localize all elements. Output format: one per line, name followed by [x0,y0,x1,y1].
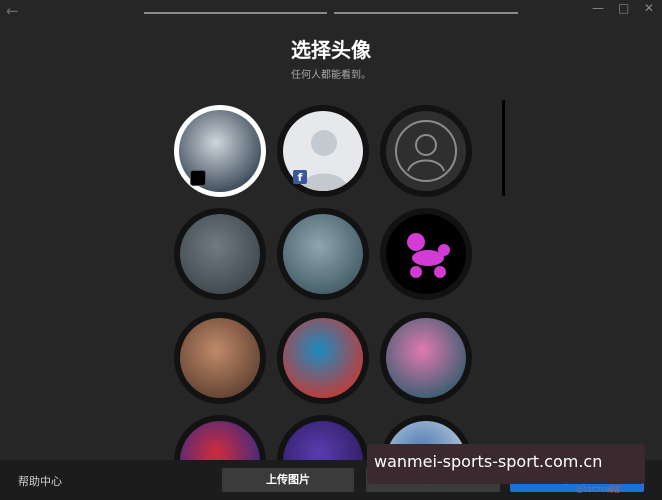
avatar-option-purple-creature[interactable] [277,415,369,460]
avatar-option-red-abstract[interactable] [174,415,266,460]
avatar-option-facebook-default-silhouette[interactable] [277,105,369,197]
scrollbar[interactable] [502,100,505,196]
avatar-option-brown-creature[interactable] [174,312,266,404]
avatar-option-blue-alien[interactable] [277,208,369,300]
avatar-option-default-person-outline[interactable] [380,105,472,197]
oculus-badge-icon [190,170,206,186]
grey-alien-avatar-image [180,214,260,294]
blue-alien-avatar-image [283,214,363,294]
help-center-link[interactable]: 帮助中心 [18,473,62,489]
magenta-balloon-dog-avatar-image [386,214,466,294]
url-overlay-text: wanmei-sports-sport.com.cn [374,452,603,471]
avatar-option-blue-red-dragon[interactable] [277,312,369,404]
watermark-text: @51CTO博客 [576,486,621,494]
red-abstract-avatar-image [180,421,260,460]
avatar-option-colorful-woman[interactable] [380,312,472,404]
colorful-woman-avatar-image [386,318,466,398]
avatar-option-magenta-balloon-dog[interactable] [380,208,472,300]
purple-creature-avatar-image [283,421,363,460]
default-person-outline-avatar-image [386,111,466,191]
blue-red-dragon-avatar-image [283,318,363,398]
facebook-badge-icon: f [293,170,307,184]
upload-image-button[interactable]: 上传图片 [222,468,354,492]
avatar-option-grey-alien[interactable] [174,208,266,300]
avatar-grid [0,0,662,460]
brown-creature-avatar-image [180,318,260,398]
avatar-option-character-with-visor[interactable] [174,105,266,197]
